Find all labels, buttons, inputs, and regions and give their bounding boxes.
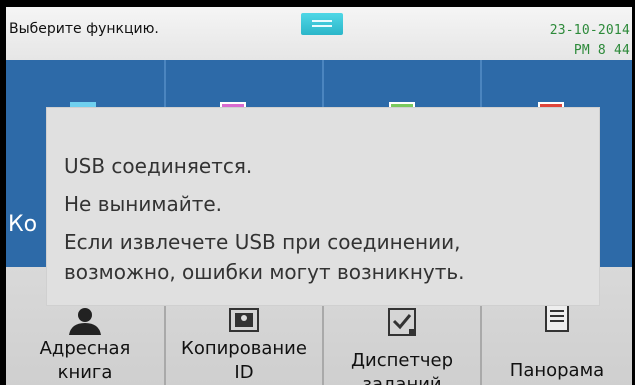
job-manager-label-2: заданий (362, 374, 442, 385)
status-time: PM 8 44 (573, 43, 630, 58)
document-stack-icon (545, 304, 569, 332)
dialog-line-4: возможно, ошибки могут возникнуть. (64, 260, 465, 284)
handle-line-icon (312, 20, 332, 22)
dialog-line-2: Не вынимайте. (64, 192, 223, 216)
id-copy-label-2: ID (234, 362, 254, 383)
status-bar: Выберите функцию. 23-10-2014 PM 8 44 (6, 7, 632, 60)
dialog-line-3: Если извлечете USB при соединении, (64, 230, 461, 254)
dialog-line-1: USB соединяется. (64, 154, 253, 178)
status-date: 23-10-2014 (549, 23, 630, 38)
person-icon (69, 308, 101, 335)
device-screen: Выберите функцию. 23-10-2014 PM 8 44 Ко … (6, 7, 632, 385)
id-copy-label-1: Копирование (181, 338, 307, 359)
status-message: Выберите функцию. (9, 21, 159, 37)
address-book-label-1: Адресная (39, 338, 131, 359)
id-card-icon (229, 308, 259, 332)
panorama-label: Панорама (509, 360, 605, 381)
handle-line-icon (312, 25, 332, 27)
checklist-icon (388, 308, 416, 336)
pull-down-handle[interactable] (301, 13, 343, 35)
job-manager-label-1: Диспетчер (350, 350, 454, 371)
tile-label-copy: Ко (8, 212, 38, 237)
usb-connecting-dialog: USB соединяется. Не вынимайте. Если извл… (47, 108, 599, 305)
address-book-label-2: книга (57, 362, 113, 383)
